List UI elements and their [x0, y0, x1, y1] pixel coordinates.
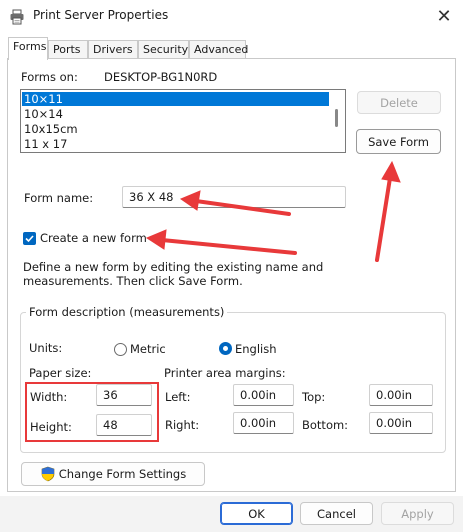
server-name: DESKTOP-BG1N0RD: [104, 70, 218, 84]
save-form-button[interactable]: Save Form: [356, 129, 441, 154]
list-scrollbar[interactable]: [330, 91, 344, 151]
tab-advanced[interactable]: Advanced: [189, 40, 248, 59]
apply-button[interactable]: Apply: [381, 502, 454, 525]
list-item[interactable]: 11 x 17: [22, 137, 329, 151]
printer-icon: [9, 9, 25, 25]
cancel-button[interactable]: Cancel: [300, 502, 373, 525]
scrollbar-thumb[interactable]: [335, 109, 338, 127]
printer-margins-label: Printer area margins:: [164, 366, 286, 380]
left-margin-input[interactable]: 0.00in: [233, 384, 294, 406]
annotation-highlight-box: [25, 382, 159, 442]
close-button[interactable]: ✕: [428, 2, 460, 30]
form-name-label: Form name:: [24, 191, 94, 205]
right-margin-label: Right:: [165, 418, 200, 432]
forms-on-label: Forms on:: [21, 70, 78, 84]
bottom-margin-label: Bottom:: [302, 418, 349, 432]
list-item[interactable]: 10×14: [22, 107, 329, 121]
paper-size-label: Paper size:: [29, 366, 92, 380]
close-icon: ✕: [436, 5, 452, 27]
change-form-settings-label: Change Form Settings: [58, 467, 187, 481]
metric-radio[interactable]: [114, 343, 127, 356]
tab-security[interactable]: Security: [138, 40, 189, 59]
metric-label: Metric: [130, 342, 166, 356]
forms-listbox[interactable]: 10×11 10×14 10x15cm 11 x 17: [20, 89, 346, 153]
tab-forms[interactable]: Forms: [8, 37, 48, 60]
english-radio[interactable]: [219, 342, 232, 355]
list-item[interactable]: 10x15cm: [22, 122, 329, 136]
list-item[interactable]: 10×11: [22, 92, 329, 106]
top-margin-label: Top:: [302, 390, 326, 404]
create-new-form-label: Create a new form: [40, 231, 147, 245]
english-label: English: [235, 342, 277, 356]
bottom-margin-input[interactable]: 0.00in: [369, 412, 433, 434]
form-description-title: Form description (measurements): [26, 305, 228, 319]
instructions-line-2: measurements. Then click Save Form.: [23, 274, 243, 288]
instructions-line-1: Define a new form by editing the existin…: [23, 260, 324, 274]
right-margin-input[interactable]: 0.00in: [233, 412, 294, 434]
create-new-form-checkbox[interactable]: [23, 232, 36, 245]
window-title: Print Server Properties: [33, 8, 169, 22]
form-name-input[interactable]: 36 X 48: [122, 186, 346, 208]
ok-button[interactable]: OK: [220, 502, 293, 525]
uac-shield-icon: [41, 466, 55, 482]
delete-button[interactable]: Delete: [357, 91, 441, 114]
left-margin-label: Left:: [165, 390, 191, 404]
top-margin-input[interactable]: 0.00in: [369, 384, 433, 406]
change-form-settings-button[interactable]: Change Form Settings: [21, 462, 205, 486]
tab-drivers[interactable]: Drivers: [88, 40, 138, 59]
units-label: Units:: [29, 341, 63, 355]
checkmark-icon: [25, 235, 34, 243]
tab-ports[interactable]: Ports: [48, 40, 88, 59]
